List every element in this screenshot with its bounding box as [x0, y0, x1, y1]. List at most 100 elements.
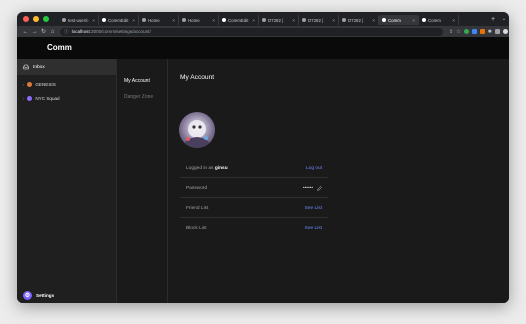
- subnav-item-my-account[interactable]: My Account: [124, 78, 150, 84]
- pencil-icon[interactable]: [317, 185, 322, 191]
- maximize-window-button[interactable]: [43, 16, 49, 22]
- tab-title: test-user/c: [68, 17, 89, 23]
- minimize-window-button[interactable]: [33, 16, 39, 22]
- logged-in-row: Logged in as ginsu Log out: [180, 159, 328, 178]
- browser-tab[interactable]: D7282 | ×: [299, 15, 339, 25]
- tab-favicon-icon: [142, 18, 146, 22]
- tab-search-button[interactable]: ⌄: [499, 16, 509, 22]
- extension-icon[interactable]: [479, 29, 485, 34]
- close-tab-icon[interactable]: ×: [452, 18, 455, 23]
- tab-title: CommEdit: [108, 17, 129, 23]
- browser-tabs: test-user/c × CommEdit × Home × Home × CommEdit ×…: [59, 12, 487, 26]
- community-name: GENESIS: [35, 82, 56, 87]
- browser-tab[interactable]: Home ×: [139, 15, 179, 25]
- password-label: Password: [186, 185, 208, 191]
- password-row: Password ••••••: [180, 179, 328, 198]
- sidebar-item-genesis[interactable]: › GENESIS: [23, 82, 56, 87]
- browser-window: test-user/c × CommEdit × Home × Home × CommEdit ×…: [17, 12, 509, 303]
- sidebar-item-settings[interactable]: ⚙ Settings: [17, 287, 116, 303]
- friend-list-row: Friend List See List: [180, 199, 328, 218]
- tab-favicon-icon: [302, 18, 306, 22]
- profile-avatar[interactable]: [502, 29, 508, 34]
- app-header: Comm: [17, 37, 509, 59]
- close-tab-icon[interactable]: ×: [212, 18, 215, 23]
- puzzle-icon[interactable]: ✱: [488, 29, 492, 35]
- browser-tab[interactable]: D7282 | ×: [339, 15, 379, 25]
- close-tab-icon[interactable]: ×: [252, 18, 255, 23]
- reload-icon[interactable]: ↻: [39, 28, 48, 35]
- logged-in-prefix: Logged in as: [186, 165, 214, 171]
- gear-icon: ⚙: [23, 290, 32, 300]
- chevron-right-icon: ›: [23, 82, 25, 87]
- browser-tab[interactable]: CommEdit ×: [219, 15, 259, 25]
- extension-icon[interactable]: [471, 29, 477, 34]
- share-icon[interactable]: ⇪: [449, 29, 453, 35]
- close-tab-icon[interactable]: ×: [132, 18, 135, 23]
- url-field[interactable]: ⓘ localhost :3000/comm/settings/account/: [60, 27, 443, 36]
- tab-favicon-icon: [262, 18, 266, 22]
- close-tab-icon[interactable]: ×: [372, 18, 375, 23]
- sidebar-toggle-icon[interactable]: [494, 29, 500, 34]
- community-sidebar: Inbox › GENESIS › NYC Squad ⚙ Settings: [17, 59, 117, 303]
- tab-title: D7282 |: [348, 17, 364, 23]
- site-info-icon[interactable]: ⓘ: [64, 29, 69, 35]
- close-tab-icon[interactable]: ×: [332, 18, 335, 23]
- browser-tab[interactable]: Comm ×: [419, 15, 459, 25]
- browser-tab[interactable]: D7282 | ×: [259, 15, 299, 25]
- logged-in-label: Logged in as ginsu: [186, 166, 228, 171]
- browser-tab[interactable]: test-user/c ×: [59, 15, 99, 25]
- sidebar-item-inbox[interactable]: Inbox: [17, 59, 116, 75]
- close-tab-icon[interactable]: ×: [172, 18, 175, 23]
- friend-list-see-list-link[interactable]: See List: [305, 206, 322, 211]
- browser-tab[interactable]: Comm ×: [379, 15, 419, 25]
- log-out-link[interactable]: Log out: [306, 166, 322, 171]
- forward-icon[interactable]: →: [30, 29, 39, 35]
- avatar-image: [185, 120, 209, 148]
- subnav-item-danger-zone[interactable]: Danger Zone: [124, 94, 153, 100]
- chevron-right-icon: ›: [23, 96, 25, 101]
- url-path: :3000/comm/settings/account/: [89, 29, 151, 34]
- tab-title: Comm: [388, 17, 401, 23]
- block-list-see-list-link[interactable]: See List: [305, 226, 322, 231]
- close-tab-icon[interactable]: ×: [92, 18, 95, 23]
- browser-tab[interactable]: Home ×: [179, 15, 219, 25]
- tab-favicon-icon: [222, 18, 226, 22]
- comm-app: Comm Inbox › GENESIS › NYC Squad ⚙ Setti…: [17, 37, 509, 303]
- inbox-icon: [23, 64, 29, 70]
- tab-favicon-icon: [102, 18, 106, 22]
- tab-favicon-icon: [382, 18, 386, 22]
- extension-icon[interactable]: [463, 29, 469, 34]
- tab-title: D7282 |: [268, 17, 284, 23]
- sidebar-item-label: Inbox: [33, 64, 45, 70]
- tab-title: Comm: [428, 17, 441, 23]
- extensions-area: ⇪ ☆ ✱ ⋮: [443, 29, 509, 35]
- back-icon[interactable]: ←: [21, 29, 30, 35]
- friend-list-label: Friend List: [186, 205, 209, 211]
- sidebar-item-nyc-squad[interactable]: › NYC Squad: [23, 96, 60, 101]
- community-name: NYC Squad: [35, 96, 60, 101]
- close-tab-icon[interactable]: ×: [412, 18, 415, 23]
- browser-tab[interactable]: CommEdit ×: [99, 15, 139, 25]
- tab-title: Home: [188, 17, 200, 23]
- block-list-label: Block List: [186, 226, 207, 231]
- password-value: ••••••: [303, 186, 322, 191]
- home-icon[interactable]: ⌂: [48, 29, 57, 35]
- bookmark-star-icon[interactable]: ☆: [456, 29, 460, 35]
- community-avatar: [27, 82, 33, 87]
- tab-title: CommEdit: [228, 17, 249, 23]
- community-avatar: [27, 96, 33, 101]
- settings-subnav: My Account Danger Zone: [117, 59, 168, 303]
- username: ginsu: [214, 165, 228, 171]
- block-list-row: Block List See List: [180, 219, 328, 238]
- close-tab-icon[interactable]: ×: [292, 18, 295, 23]
- avatar[interactable]: [179, 112, 215, 148]
- tab-favicon-icon: [62, 18, 66, 22]
- new-tab-button[interactable]: +: [487, 16, 499, 23]
- page-title: My Account: [180, 74, 215, 81]
- account-panel: My Account Logged in as ginsu Log out Pa…: [168, 59, 509, 303]
- password-mask: ••••••: [302, 185, 313, 191]
- address-bar: ← → ↻ ⌂ ⓘ localhost :3000/comm/settings/…: [17, 26, 509, 37]
- tab-title: Home: [148, 17, 160, 23]
- close-window-button[interactable]: [23, 16, 29, 22]
- sidebar-item-label: Settings: [36, 292, 55, 298]
